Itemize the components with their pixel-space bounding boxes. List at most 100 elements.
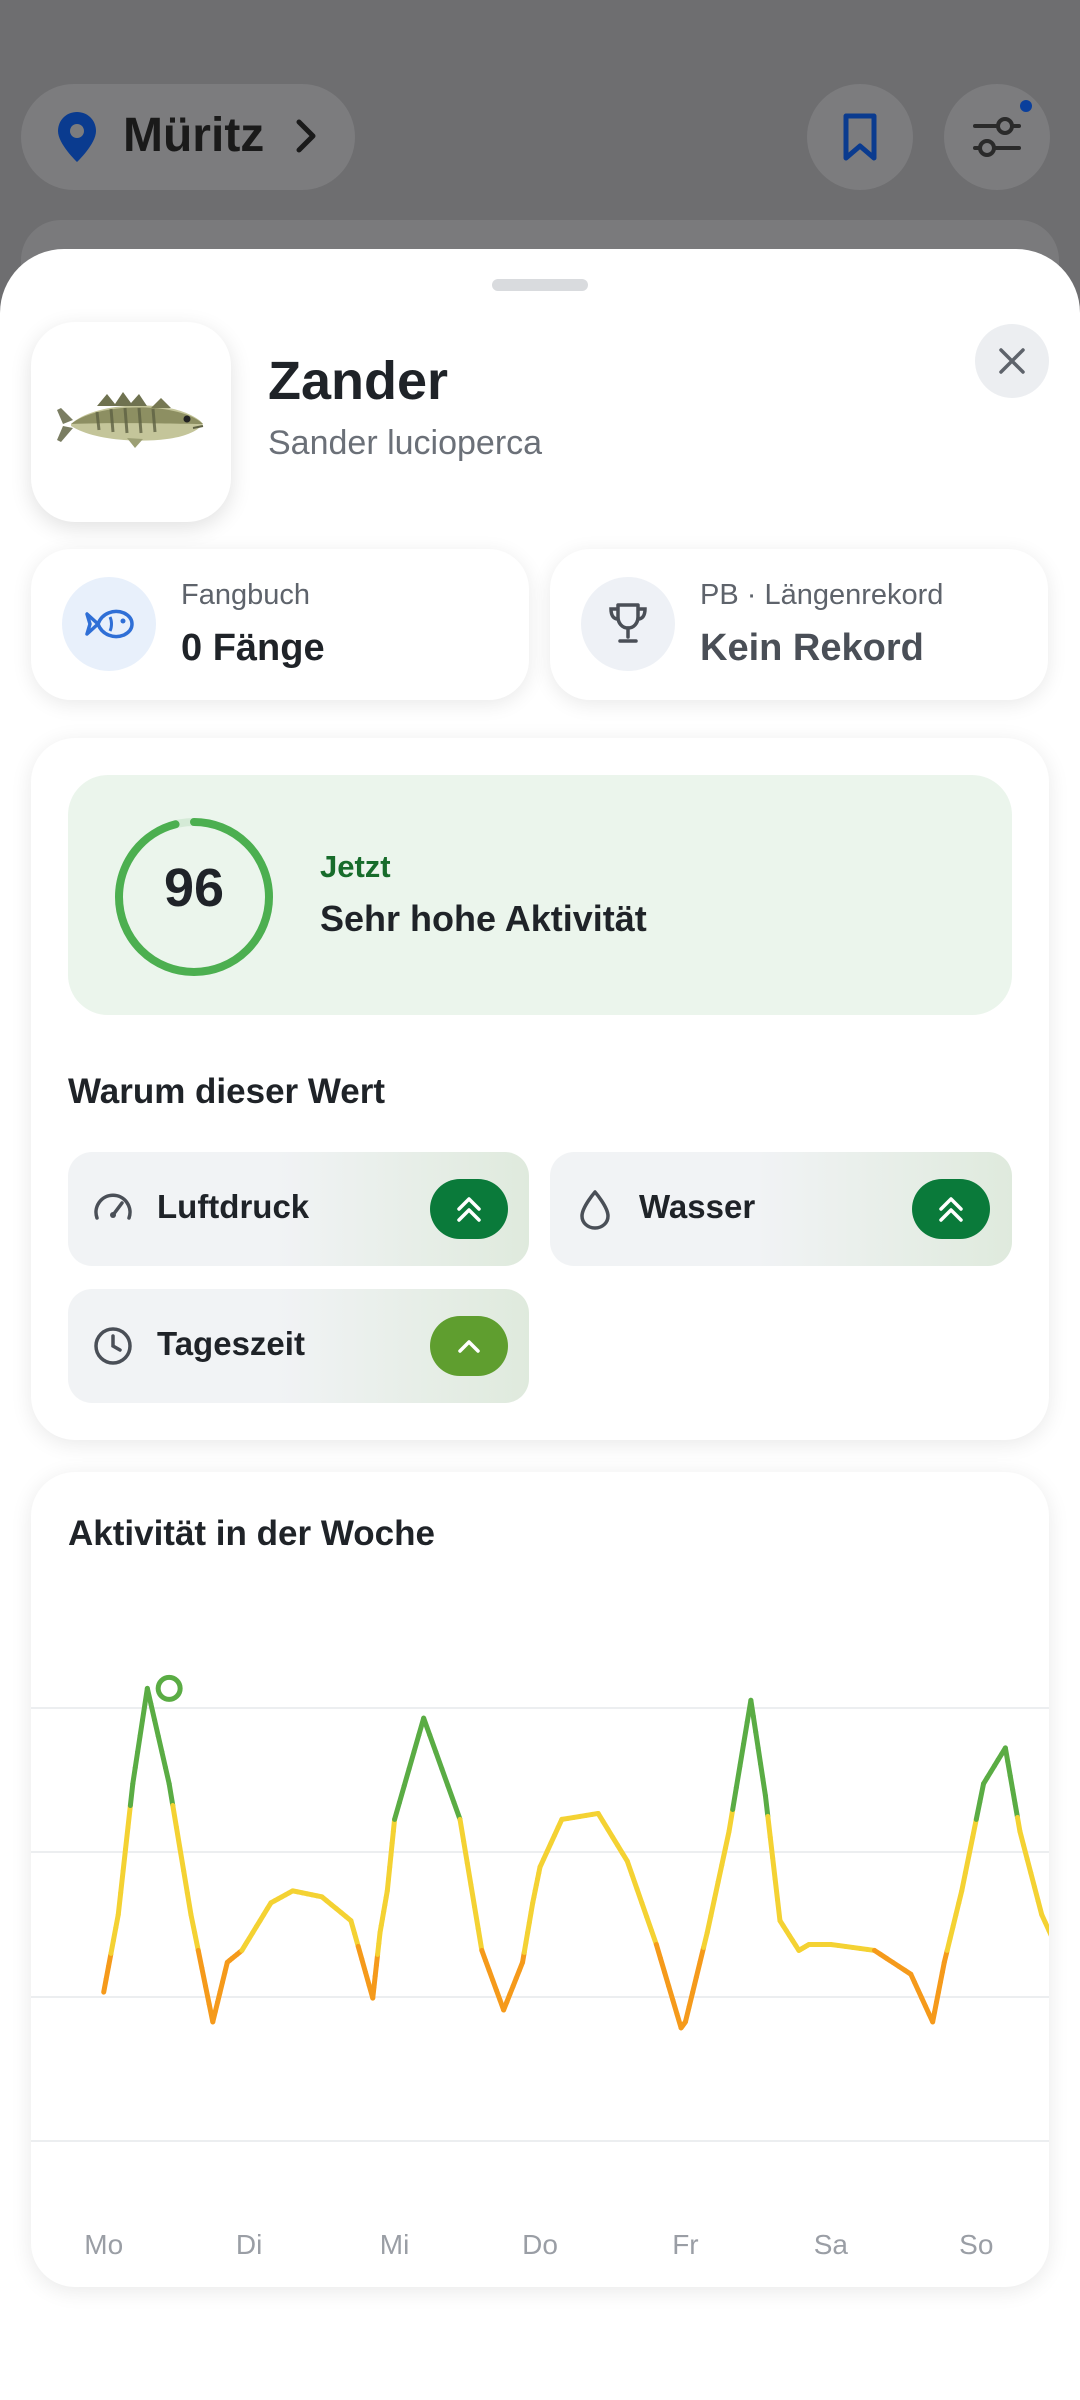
activity-line-segment	[401, 1766, 412, 1789]
activity-line-segment	[730, 1785, 739, 1812]
fish-icon	[85, 609, 134, 639]
activity-line-segment	[737, 1741, 747, 1769]
close-icon	[999, 348, 1025, 374]
factor-label: Wasser	[639, 1188, 756, 1225]
activity-line-segment	[977, 1781, 987, 1805]
activity-line-segment	[181, 1868, 190, 1896]
activity-line-segment	[457, 1816, 467, 1844]
activity-line-segment	[439, 1766, 451, 1789]
activity-line-segment	[475, 1926, 485, 1953]
day-label: Di	[236, 2229, 262, 2260]
weekly-activity-title: Aktivität in der Woche	[68, 1514, 435, 1553]
activity-line-segment	[166, 1781, 176, 1809]
activity-line-segment	[762, 1793, 771, 1819]
activity-line-segment	[192, 1930, 201, 1953]
chevron-up-icon	[458, 1340, 480, 1353]
filter-button[interactable]	[944, 84, 1050, 190]
activity-line-segment	[722, 1828, 732, 1851]
close-button[interactable]	[975, 324, 1049, 398]
species-latin-name: Sander lucioperca	[268, 424, 543, 462]
double-chevron-up-icon	[939, 1197, 963, 1222]
notification-dot	[1020, 100, 1032, 112]
activity-line-segment	[421, 1715, 433, 1738]
activity-line-segment	[170, 1803, 179, 1830]
catchbook-label: Fangbuch	[181, 579, 310, 611]
why-heading: Warum dieser Wert	[68, 1072, 386, 1111]
day-label: Do	[522, 2229, 558, 2260]
location-name: Müritz	[123, 109, 265, 162]
factor-label: Tageszeit	[157, 1325, 305, 1362]
trend-up-badge	[430, 1316, 508, 1376]
activity-line-segment	[741, 1719, 750, 1747]
catchbook-icon-badge	[62, 577, 156, 671]
trend-strong-up-badge	[912, 1179, 990, 1239]
activity-line-segment	[726, 1806, 736, 1834]
factor-water[interactable]: Wasser	[550, 1152, 1012, 1266]
day-label: Sa	[814, 2229, 849, 2260]
activity-line-segment	[959, 1870, 968, 1894]
water-drop-icon	[580, 1190, 610, 1230]
trend-strong-up-badge	[430, 1179, 508, 1239]
activity-score: 96	[163, 858, 225, 918]
activity-line-segment	[195, 1947, 205, 1971]
activity-line-segment	[468, 1882, 478, 1910]
species-name: Zander	[268, 351, 449, 411]
activity-line-segment	[772, 1876, 781, 1903]
activity-line-segment	[962, 1852, 972, 1876]
factor-daytime[interactable]: Tageszeit	[68, 1289, 529, 1403]
record-card[interactable]: PB · Längenrekord Kein Rekord	[550, 549, 1048, 700]
activity-line-segment	[719, 1845, 728, 1868]
day-label: Mo	[84, 2229, 123, 2260]
activity-line-segment	[704, 1913, 714, 1936]
record-value: Kein Rekord	[700, 627, 924, 669]
activity-line-segment	[970, 1816, 979, 1840]
map-pin-icon	[55, 110, 99, 169]
chevron-right-icon	[293, 114, 319, 163]
activity-line-segment	[123, 1824, 131, 1852]
activity-line-segment	[392, 1800, 402, 1822]
activity-line-segment	[715, 1862, 725, 1885]
activity-line-segment	[173, 1824, 183, 1852]
factor-airpressure[interactable]: Luftdruck	[68, 1152, 529, 1266]
activity-line-segment	[973, 1799, 983, 1822]
activity-line-segment	[115, 1890, 124, 1918]
zander-fish-illustration	[57, 392, 204, 448]
activity-line-segment	[770, 1855, 778, 1882]
record-label: PB · Längenrekord	[700, 579, 944, 611]
species-image-tile	[31, 322, 231, 522]
day-label: Mi	[380, 2229, 410, 2260]
day-label: So	[959, 2229, 993, 2260]
activity-line-segment	[188, 1912, 198, 1936]
activity-line-segment	[118, 1868, 126, 1896]
bookmark-button[interactable]	[807, 84, 913, 190]
activity-line-segment	[765, 1813, 773, 1840]
activity-line-segment	[966, 1834, 976, 1858]
activity-line-segment	[120, 1846, 129, 1874]
trophy-icon	[609, 603, 647, 643]
sheet-drag-handle[interactable]	[492, 279, 588, 291]
current-point-marker	[155, 1674, 183, 1702]
catchbook-value: 0 Fänge	[181, 627, 325, 669]
activity-line-segment	[712, 1879, 721, 1902]
catchbook-card[interactable]: Fangbuch 0 Fänge	[31, 549, 529, 700]
factor-label: Luftdruck	[157, 1188, 310, 1225]
activity-line-segment	[461, 1838, 470, 1866]
activity-line-segment	[411, 1732, 422, 1755]
activity-line-segment	[775, 1897, 783, 1924]
day-label: Fr	[672, 2229, 698, 2260]
double-chevron-up-icon	[457, 1197, 481, 1222]
activity-line-segment	[203, 1983, 212, 2007]
location-chip[interactable]: Müritz	[21, 84, 355, 190]
activity-line-segment	[427, 1732, 439, 1755]
activity-line-segment	[472, 1904, 481, 1932]
activity-line-segment	[451, 1800, 463, 1822]
activity-line-segment	[767, 1834, 776, 1861]
activity-line-segment	[406, 1749, 417, 1772]
activity-line-segment	[184, 1890, 194, 1918]
activity-line-segment	[733, 1763, 743, 1791]
activity-line-segment	[464, 1860, 474, 1888]
gauge-icon	[94, 1193, 132, 1220]
filter-sliders-icon	[973, 117, 1021, 157]
activity-line-segment	[433, 1749, 445, 1772]
activity-line-segment	[445, 1783, 457, 1806]
